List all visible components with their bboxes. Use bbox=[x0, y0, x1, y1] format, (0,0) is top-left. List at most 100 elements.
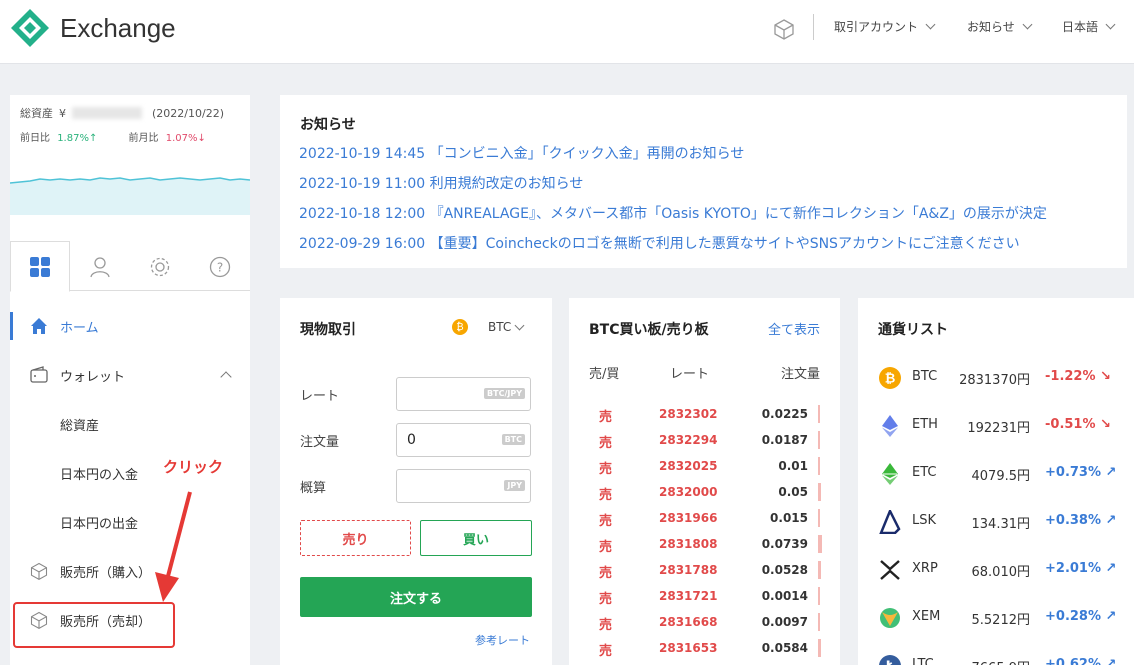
coin-change: +0.62% ↗ bbox=[1045, 657, 1116, 665]
ripple-icon bbox=[880, 560, 900, 580]
coin-row-lsk[interactable]: LSK 134.31円 +0.38% ↗ bbox=[858, 500, 1134, 548]
rate-field[interactable]: BTC/JPY bbox=[396, 377, 531, 411]
sidebar-item-total-assets[interactable]: 総資産 bbox=[10, 404, 250, 444]
news-link[interactable]: 2022-10-19 14:45 「コンビニ入金」「クイック入金」再開のお知らせ bbox=[299, 143, 744, 163]
tab-account[interactable] bbox=[70, 241, 130, 292]
order-amount: 0.05 bbox=[778, 485, 808, 499]
estimate-field[interactable]: JPY bbox=[396, 469, 531, 503]
order-amount: 0.0528 bbox=[761, 563, 808, 577]
exchange-logo-icon[interactable] bbox=[10, 8, 50, 48]
header-divider bbox=[813, 14, 814, 40]
amount-value: 0 bbox=[407, 432, 416, 448]
orderbook-row[interactable]: 売 2831668 0.0097 bbox=[569, 609, 840, 635]
tab-help[interactable]: ? bbox=[190, 241, 250, 292]
coin-row-xrp[interactable]: XRP 68.010円 +2.01% ↗ bbox=[858, 548, 1134, 596]
rate-label: レート bbox=[300, 389, 340, 404]
news-link[interactable]: 2022-09-29 16:00 【重要】Coincheckのロゴを無断で利用し… bbox=[299, 233, 1020, 253]
sidebar-item-label: 日本円の出金 bbox=[60, 516, 139, 532]
order-rate: 2832000 bbox=[659, 485, 718, 499]
language-label: 日本語 bbox=[1062, 20, 1099, 34]
depth-bar bbox=[818, 587, 820, 605]
pair-selector[interactable]: ₿ BTC bbox=[452, 319, 525, 335]
orderbook-row[interactable]: 売 2831653 0.0584 bbox=[569, 635, 840, 661]
sidebar-item-jpy-withdraw[interactable]: 日本円の出金 bbox=[10, 502, 250, 542]
sidebar-item-shop-buy[interactable]: 販売所（購入） bbox=[10, 551, 250, 591]
orderbook-row[interactable]: 売 2832302 0.0225 bbox=[569, 401, 840, 427]
chevron-down-icon bbox=[514, 320, 525, 330]
coin-change-value: +0.62% bbox=[1045, 657, 1101, 665]
lisk-icon bbox=[879, 510, 901, 534]
order-amount: 0.0014 bbox=[761, 589, 808, 603]
coin-row-btc[interactable]: ₿ BTC 2831370円 -1.22% ↘ bbox=[858, 356, 1134, 404]
order-amount: 0.0739 bbox=[761, 537, 808, 551]
asset-sparkline bbox=[10, 177, 250, 215]
sidebar-item-wallet[interactable]: ウォレット bbox=[10, 355, 250, 395]
buy-button[interactable]: 買い bbox=[420, 520, 532, 556]
sell-button[interactable]: 売り bbox=[300, 520, 411, 556]
language-menu[interactable]: 日本語 bbox=[1062, 18, 1116, 35]
orderbook-title: BTC買い板/売り板 bbox=[589, 322, 709, 338]
orderbook-row[interactable]: 売 2831788 0.0528 bbox=[569, 557, 840, 583]
coin-symbol: ETC bbox=[912, 465, 937, 480]
coin-row-ltc[interactable]: Ł LTC 7665.9円 +0.62% ↗ bbox=[858, 644, 1134, 665]
order-rate: 2831653 bbox=[659, 641, 718, 655]
sidebar-item-label: 販売所（購入） bbox=[60, 565, 152, 581]
order-amount: 0.0187 bbox=[761, 433, 808, 447]
coin-price: 2831370円 bbox=[959, 373, 1030, 388]
coin-row-eth[interactable]: ETH 192231円 -0.51% ↘ bbox=[858, 404, 1134, 452]
sidebar-item-home[interactable]: ホーム bbox=[10, 306, 250, 346]
reference-rate-link[interactable]: 参考レート bbox=[475, 632, 530, 648]
app-title[interactable]: Exchange bbox=[60, 13, 176, 44]
coin-change: -0.51% ↘ bbox=[1045, 417, 1111, 432]
sidebar-item-label: ホーム bbox=[60, 320, 99, 336]
tab-dashboard[interactable] bbox=[10, 241, 70, 292]
coin-row-etc[interactable]: ETC 4079.5円 +0.73% ↗ bbox=[858, 452, 1134, 500]
order-rate: 2831721 bbox=[659, 589, 718, 603]
wallet-icon bbox=[28, 364, 50, 386]
column-header-rate: レート bbox=[670, 367, 710, 382]
order-side: 売 bbox=[599, 644, 613, 659]
coin-row-xem[interactable]: XEM 5.5212円 +0.28% ↗ bbox=[858, 596, 1134, 644]
column-header-side: 売/買 bbox=[589, 367, 620, 382]
order-book-panel: BTC買い板/売り板 全て表示 売/買 レート 注文量 売 2832302 0.02… bbox=[569, 298, 840, 665]
notices-menu[interactable]: お知らせ bbox=[967, 18, 1033, 35]
news-link[interactable]: 2022-10-19 11:00 利用規約改定のお知らせ bbox=[299, 173, 583, 193]
coin-symbol: LSK bbox=[912, 513, 937, 528]
orderbook-row[interactable]: 売 2831966 0.015 bbox=[569, 505, 840, 531]
order-side: 売 bbox=[599, 462, 613, 477]
order-side: 売 bbox=[599, 488, 613, 503]
orderbook-row[interactable]: 売 2831721 0.0014 bbox=[569, 583, 840, 609]
notices-label: お知らせ bbox=[967, 20, 1015, 34]
amount-field[interactable]: 0 BTC bbox=[396, 423, 531, 457]
orderbook-row[interactable]: 売 2832000 0.05 bbox=[569, 479, 840, 505]
trend-arrow-icon: ↘ bbox=[1095, 369, 1111, 384]
cube-icon bbox=[28, 560, 50, 582]
place-order-button[interactable]: 注文する bbox=[300, 577, 532, 617]
order-amount: 0.0097 bbox=[761, 615, 808, 629]
rate-unit-badge: BTC/JPY bbox=[484, 388, 525, 399]
amount-label: 注文量 bbox=[300, 435, 340, 450]
orderbook-row[interactable]: 売 2832025 0.01 bbox=[569, 453, 840, 479]
coin-change-value: +2.01% bbox=[1045, 561, 1101, 576]
cube-icon[interactable] bbox=[772, 17, 796, 41]
order-side: 売 bbox=[599, 566, 613, 581]
depth-bar bbox=[818, 431, 820, 449]
coin-change: +0.28% ↗ bbox=[1045, 609, 1116, 624]
depth-bar bbox=[818, 639, 821, 657]
grid-icon bbox=[30, 256, 50, 277]
order-rate: 2831808 bbox=[659, 537, 718, 551]
order-side: 売 bbox=[599, 436, 613, 451]
orderbook-row[interactable]: 売 2831808 0.0739 bbox=[569, 531, 840, 557]
chevron-down-icon bbox=[1105, 19, 1116, 30]
tab-settings[interactable] bbox=[130, 241, 190, 292]
day-change-value: 1.87%↑ bbox=[57, 133, 98, 144]
show-all-link[interactable]: 全て表示 bbox=[768, 319, 820, 338]
news-link[interactable]: 2022-10-18 12:00 『ANREALAGE』、メタバース都市「Oas… bbox=[299, 203, 1047, 223]
coin-price: 7665.9円 bbox=[972, 657, 1031, 665]
order-rate: 2831788 bbox=[659, 563, 718, 577]
order-side: 売 bbox=[599, 618, 613, 633]
coin-price: 68.010円 bbox=[971, 565, 1031, 580]
trade-account-menu[interactable]: 取引アカウント bbox=[834, 18, 936, 35]
trend-arrow-icon: ↗ bbox=[1101, 561, 1117, 576]
orderbook-row[interactable]: 売 2832294 0.0187 bbox=[569, 427, 840, 453]
